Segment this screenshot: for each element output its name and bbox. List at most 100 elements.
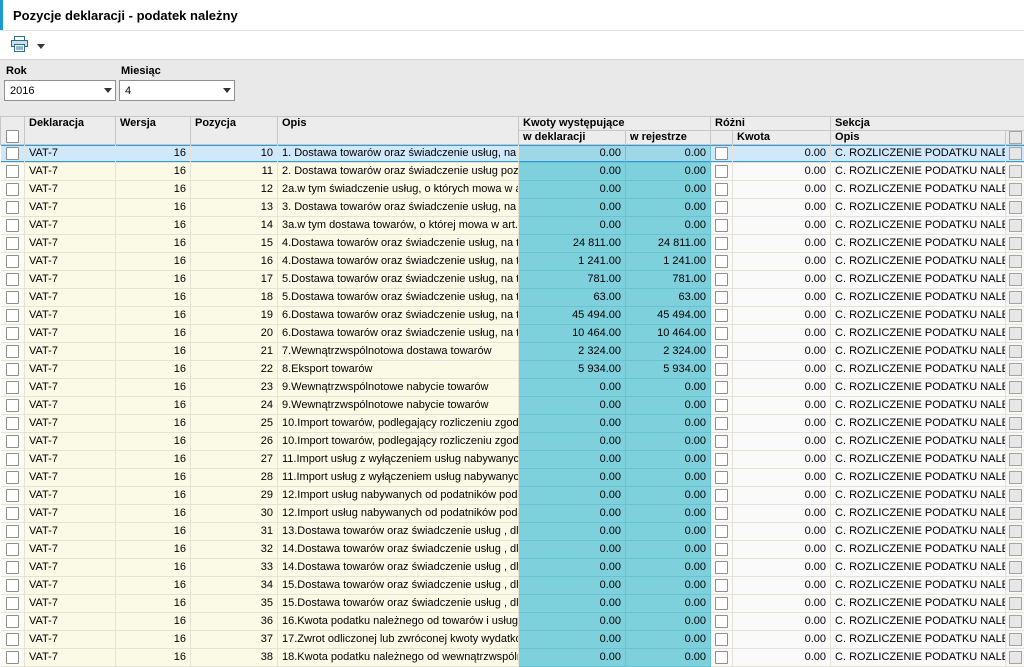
row-detail-button[interactable] bbox=[1009, 543, 1022, 556]
table-row[interactable]: VAT-7 16 34 15.Dostawa towarów oraz świa… bbox=[1, 577, 1024, 595]
row-select-checkbox[interactable] bbox=[6, 219, 19, 232]
row-detail-button[interactable] bbox=[1009, 201, 1022, 214]
row-detail-button[interactable] bbox=[1009, 165, 1022, 178]
row-detail-button[interactable] bbox=[1009, 309, 1022, 322]
row-detail-button[interactable] bbox=[1009, 363, 1022, 376]
select-all-checkbox[interactable] bbox=[6, 130, 19, 143]
rozni-checkbox[interactable] bbox=[715, 345, 728, 358]
row-detail-button[interactable] bbox=[1009, 183, 1022, 196]
rozni-checkbox[interactable] bbox=[715, 147, 728, 160]
row-detail-button[interactable] bbox=[1009, 507, 1022, 520]
row-detail-button[interactable] bbox=[1009, 615, 1022, 628]
row-select-checkbox[interactable] bbox=[6, 345, 19, 358]
row-detail-button[interactable] bbox=[1009, 273, 1022, 286]
rozni-checkbox[interactable] bbox=[715, 255, 728, 268]
row-select-checkbox[interactable] bbox=[6, 543, 19, 556]
column-header-w-deklaracji[interactable]: w deklaracji bbox=[519, 131, 626, 145]
rozni-checkbox[interactable] bbox=[715, 309, 728, 322]
table-row[interactable]: VAT-7 16 22 8.Eksport towarów 5 934.00 5… bbox=[1, 361, 1024, 379]
row-detail-button[interactable] bbox=[1009, 255, 1022, 268]
rozni-checkbox[interactable] bbox=[715, 579, 728, 592]
table-row[interactable]: VAT-7 16 31 13.Dostawa towarów oraz świa… bbox=[1, 523, 1024, 541]
column-header-opis[interactable]: Opis bbox=[278, 117, 519, 145]
row-select-checkbox[interactable] bbox=[6, 201, 19, 214]
rozni-checkbox[interactable] bbox=[715, 201, 728, 214]
rozni-checkbox[interactable] bbox=[715, 219, 728, 232]
rozni-checkbox[interactable] bbox=[715, 399, 728, 412]
rozni-checkbox[interactable] bbox=[715, 597, 728, 610]
table-row[interactable]: VAT-7 16 30 12.Import usług nabywanych o… bbox=[1, 505, 1024, 523]
column-header-rozni-group[interactable]: Różni bbox=[711, 117, 831, 131]
rozni-checkbox[interactable] bbox=[715, 561, 728, 574]
row-detail-button[interactable] bbox=[1009, 327, 1022, 340]
table-row[interactable]: VAT-7 16 19 6.Dostawa towarów oraz świad… bbox=[1, 307, 1024, 325]
rozni-checkbox[interactable] bbox=[715, 273, 728, 286]
row-detail-button[interactable] bbox=[1009, 597, 1022, 610]
rozni-checkbox[interactable] bbox=[715, 363, 728, 376]
rozni-checkbox[interactable] bbox=[715, 453, 728, 466]
rozni-checkbox[interactable] bbox=[715, 435, 728, 448]
rozni-checkbox[interactable] bbox=[715, 381, 728, 394]
month-select[interactable]: 4 bbox=[119, 80, 235, 101]
year-select[interactable]: 2016 bbox=[4, 80, 116, 101]
column-header-sekcja[interactable]: Sekcja bbox=[831, 117, 1024, 131]
table-row[interactable]: VAT-7 16 29 12.Import usług nabywanych o… bbox=[1, 487, 1024, 505]
row-detail-button[interactable] bbox=[1009, 381, 1022, 394]
table-row[interactable]: VAT-7 16 18 5.Dostawa towarów oraz świad… bbox=[1, 289, 1024, 307]
rozni-checkbox[interactable] bbox=[715, 183, 728, 196]
table-row[interactable]: VAT-7 16 37 17.Zwrot odliczonej lub zwró… bbox=[1, 631, 1024, 649]
rozni-checkbox[interactable] bbox=[715, 633, 728, 646]
row-select-checkbox[interactable] bbox=[6, 417, 19, 430]
row-detail-button[interactable] bbox=[1009, 345, 1022, 358]
rozni-checkbox[interactable] bbox=[715, 165, 728, 178]
grid-corner-button[interactable] bbox=[1009, 131, 1022, 144]
row-select-checkbox[interactable] bbox=[6, 471, 19, 484]
rozni-checkbox[interactable] bbox=[715, 525, 728, 538]
row-detail-button[interactable] bbox=[1009, 237, 1022, 250]
rozni-checkbox[interactable] bbox=[715, 651, 728, 664]
row-select-checkbox[interactable] bbox=[6, 291, 19, 304]
table-row[interactable]: VAT-7 16 17 5.Dostawa towarów oraz świad… bbox=[1, 271, 1024, 289]
row-select-checkbox[interactable] bbox=[6, 561, 19, 574]
row-detail-button[interactable] bbox=[1009, 453, 1022, 466]
table-row[interactable]: VAT-7 16 13 3. Dostawa towarów oraz świa… bbox=[1, 199, 1024, 217]
row-select-checkbox[interactable] bbox=[6, 489, 19, 502]
row-select-checkbox[interactable] bbox=[6, 507, 19, 520]
table-row[interactable]: VAT-7 16 25 10.Import towarów, podlegają… bbox=[1, 415, 1024, 433]
row-detail-button[interactable] bbox=[1009, 399, 1022, 412]
row-detail-button[interactable] bbox=[1009, 435, 1022, 448]
table-row[interactable]: VAT-7 16 10 1. Dostawa towarów oraz świa… bbox=[1, 145, 1024, 163]
rozni-checkbox[interactable] bbox=[715, 615, 728, 628]
table-row[interactable]: VAT-7 16 35 15.Dostawa towarów oraz świa… bbox=[1, 595, 1024, 613]
row-select-checkbox[interactable] bbox=[6, 327, 19, 340]
table-row[interactable]: VAT-7 16 21 7.Wewnątrzwspólnotowa dostaw… bbox=[1, 343, 1024, 361]
table-row[interactable]: VAT-7 16 32 14.Dostawa towarów oraz świa… bbox=[1, 541, 1024, 559]
rozni-checkbox[interactable] bbox=[715, 471, 728, 484]
row-detail-button[interactable] bbox=[1009, 147, 1022, 160]
table-row[interactable]: VAT-7 16 23 9.Wewnątrzwspólnotowe nabyci… bbox=[1, 379, 1024, 397]
table-row[interactable]: VAT-7 16 11 2. Dostawa towarów oraz świa… bbox=[1, 163, 1024, 181]
table-row[interactable]: VAT-7 16 16 4.Dostawa towarów oraz świad… bbox=[1, 253, 1024, 271]
row-select-checkbox[interactable] bbox=[6, 147, 19, 160]
row-select-checkbox[interactable] bbox=[6, 525, 19, 538]
rozni-checkbox[interactable] bbox=[715, 327, 728, 340]
row-select-checkbox[interactable] bbox=[6, 435, 19, 448]
table-row[interactable]: VAT-7 16 38 18.Kwota podatku należnego o… bbox=[1, 649, 1024, 667]
row-select-checkbox[interactable] bbox=[6, 381, 19, 394]
table-row[interactable]: VAT-7 16 33 14.Dostawa towarów oraz świa… bbox=[1, 559, 1024, 577]
rozni-checkbox[interactable] bbox=[715, 237, 728, 250]
print-button[interactable] bbox=[9, 34, 30, 57]
rozni-checkbox[interactable] bbox=[715, 291, 728, 304]
rozni-checkbox[interactable] bbox=[715, 507, 728, 520]
table-row[interactable]: VAT-7 16 15 4.Dostawa towarów oraz świad… bbox=[1, 235, 1024, 253]
row-detail-button[interactable] bbox=[1009, 291, 1022, 304]
row-detail-button[interactable] bbox=[1009, 633, 1022, 646]
row-select-checkbox[interactable] bbox=[6, 579, 19, 592]
row-detail-button[interactable] bbox=[1009, 417, 1022, 430]
row-select-checkbox[interactable] bbox=[6, 165, 19, 178]
table-row[interactable]: VAT-7 16 26 10.Import towarów, podlegają… bbox=[1, 433, 1024, 451]
row-detail-button[interactable] bbox=[1009, 489, 1022, 502]
row-select-checkbox[interactable] bbox=[6, 615, 19, 628]
row-select-checkbox[interactable] bbox=[6, 363, 19, 376]
column-header-deklaracja[interactable]: Deklaracja bbox=[25, 117, 116, 145]
